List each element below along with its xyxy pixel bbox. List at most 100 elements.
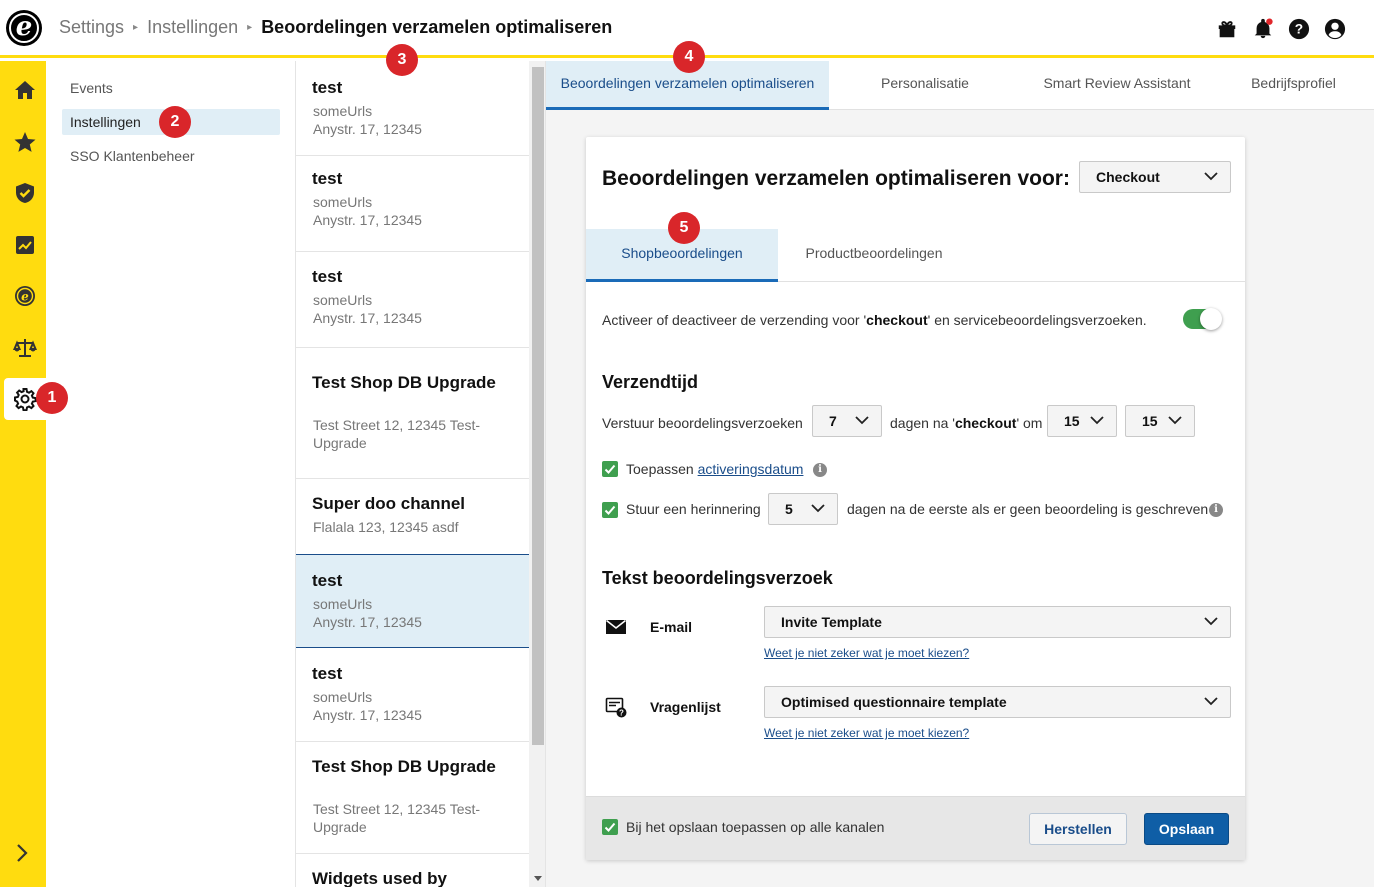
channel-address-cont: Upgrade xyxy=(313,819,367,835)
trustedshops-icon: e xyxy=(15,286,35,306)
marker-3: 3 xyxy=(386,44,418,76)
user-icon[interactable] xyxy=(1324,18,1346,40)
settings-card: Beoordelingen verzamelen optimaliseren v… xyxy=(586,137,1245,860)
send-label: Verstuur beoordelingsverzoeken xyxy=(602,415,803,431)
hour-select[interactable]: 15 xyxy=(1047,405,1117,437)
channel-list: test someUrls Anystr. 17, 12345 test som… xyxy=(296,61,546,887)
channel-address: Anystr. 17, 12345 xyxy=(313,707,422,723)
chevron-down-icon xyxy=(1204,172,1218,181)
rail-item-analytics[interactable] xyxy=(4,224,46,266)
main-navigation-rail: e xyxy=(0,61,46,887)
marker-5: 5 xyxy=(668,212,700,244)
apply-activation-checkbox[interactable] xyxy=(602,461,618,477)
help-icon[interactable]: ? xyxy=(1288,18,1310,40)
breadcrumb-item[interactable]: Instellingen xyxy=(147,17,238,38)
channel-address: Test Street 12, 12345 Test- xyxy=(313,801,481,817)
questionnaire-help-link[interactable]: Weet je niet zeker wat je moet kiezen? xyxy=(764,726,969,740)
email-template-value: Invite Template xyxy=(781,614,882,630)
channel-item-selected[interactable]: test someUrls Anystr. 17, 12345 xyxy=(296,554,529,648)
rail-item-reviews[interactable] xyxy=(4,121,46,163)
channel-title: Super doo channel xyxy=(312,494,466,513)
info-icon[interactable]: i xyxy=(813,463,827,477)
section-heading-verzendtijd: Verzendtijd xyxy=(602,372,699,392)
settings-tabs: Beoordelingen verzamelen optimaliseren P… xyxy=(546,61,1374,110)
main-content: Beoordelingen verzamelen optimaliseren P… xyxy=(546,61,1374,887)
questionnaire-select[interactable]: Optimised questionnaire template xyxy=(764,686,1231,718)
bell-icon[interactable] xyxy=(1252,18,1274,40)
minute-select[interactable]: 15 xyxy=(1125,405,1195,437)
send-toggle[interactable] xyxy=(1183,308,1222,330)
chevron-down-icon xyxy=(1204,617,1218,626)
tab-smart-review-assistant[interactable]: Smart Review Assistant xyxy=(1021,61,1213,110)
chevron-down-icon xyxy=(1168,416,1182,425)
channel-item[interactable]: Super doo channel Flalala 123, 12345 asd… xyxy=(296,479,529,555)
questionnaire-label: Vragenlijst xyxy=(650,699,721,715)
channel-address: Flalala 123, 12345 asdf xyxy=(313,519,459,535)
reminder-days-select-value: 5 xyxy=(785,501,793,517)
section-heading-tekst: Tekst beoordelingsverzoek xyxy=(602,568,833,588)
rail-item-trustmark[interactable] xyxy=(4,172,46,214)
apply-activation-label: Toepassen activeringsdatum xyxy=(626,461,804,477)
rail-item-legal[interactable] xyxy=(4,327,46,369)
channel-item[interactable]: Widgets used by xyxy=(296,854,529,887)
channel-item[interactable]: test someUrls Anystr. 17, 12345 xyxy=(296,156,529,252)
email-help-link[interactable]: Weet je niet zeker wat je moet kiezen? xyxy=(764,646,969,660)
gift-icon[interactable] xyxy=(1216,18,1238,40)
channel-item[interactable]: test someUrls Anystr. 17, 12345 xyxy=(296,648,529,742)
channel-item[interactable]: Test Shop DB Upgrade Test Street 12, 123… xyxy=(296,348,529,479)
rail-item-trustedshops[interactable]: e xyxy=(4,275,46,317)
hour-select-value: 15 xyxy=(1064,413,1080,429)
trustedshops-logo[interactable]: e xyxy=(6,10,42,46)
trigger-select-value: Checkout xyxy=(1096,169,1160,185)
email-template-select[interactable]: Invite Template xyxy=(764,606,1231,638)
info-icon[interactable]: i xyxy=(1209,503,1223,517)
card-footer: Bij het opslaan toepassen op alle kanale… xyxy=(586,796,1245,860)
star-icon xyxy=(14,132,36,152)
svg-text:e: e xyxy=(21,290,29,304)
channel-address: Anystr. 17, 12345 xyxy=(313,212,422,228)
channel-item[interactable]: test someUrls Anystr. 17, 12345 xyxy=(296,61,529,156)
toggle-description: Activeer of deactiveer de verzending voo… xyxy=(602,312,1147,328)
trigger-select[interactable]: Checkout xyxy=(1079,161,1231,193)
envelope-icon xyxy=(606,619,626,634)
minute-select-value: 15 xyxy=(1142,413,1158,429)
reset-button[interactable]: Herstellen xyxy=(1029,813,1127,845)
reminder-days-select[interactable]: 5 xyxy=(768,493,838,525)
questionnaire-value: Optimised questionnaire template xyxy=(781,694,1007,710)
channel-title: test xyxy=(312,267,343,286)
expand-rail-icon[interactable] xyxy=(10,841,34,865)
channel-address: Anystr. 17, 12345 xyxy=(313,614,422,630)
channel-title: Widgets used by xyxy=(312,869,447,887)
channel-item[interactable]: test someUrls Anystr. 17, 12345 xyxy=(296,252,529,348)
subnav-item-sso[interactable]: SSO Klantenbeheer xyxy=(62,143,280,169)
marker-1: 1 xyxy=(36,382,68,414)
save-button[interactable]: Opslaan xyxy=(1144,813,1229,845)
subnav-item-events[interactable]: Events xyxy=(62,75,280,101)
card-title: Beoordelingen verzamelen optimaliseren v… xyxy=(602,167,1070,190)
breadcrumb-item[interactable]: Settings xyxy=(59,17,124,38)
settings-subnav: Events Instellingen SSO Klantenbeheer xyxy=(46,61,296,887)
rail-item-home[interactable] xyxy=(4,69,46,111)
days-after-label: dagen na 'checkout' om xyxy=(890,415,1043,431)
page-title: Beoordelingen verzamelen optimaliseren xyxy=(261,17,613,37)
reminder-checkbox[interactable] xyxy=(602,502,618,518)
shield-icon xyxy=(16,183,34,203)
tab-productbeoordelingen[interactable]: Productbeoordelingen xyxy=(778,229,970,282)
header-actions: ? xyxy=(1216,18,1346,40)
scrollbar-thumb[interactable] xyxy=(532,67,544,745)
apply-all-checkbox[interactable] xyxy=(602,819,618,835)
activation-date-link[interactable]: activeringsdatum xyxy=(698,461,804,477)
tab-personalisatie[interactable]: Personalisatie xyxy=(829,61,1021,110)
channel-title: test xyxy=(312,664,343,683)
channel-url: someUrls xyxy=(313,194,373,210)
scroll-down-icon[interactable] xyxy=(534,876,542,881)
breadcrumb: Settings ▸ Instellingen ▸ Beoordelingen … xyxy=(59,17,612,38)
channel-item[interactable]: Test Shop DB Upgrade Test Street 12, 123… xyxy=(296,742,529,854)
svg-text:?: ? xyxy=(619,709,624,718)
tab-bedrijfsprofiel[interactable]: Bedrijfsprofiel xyxy=(1213,61,1374,110)
chevron-down-icon xyxy=(855,416,869,425)
days-select[interactable]: 7 xyxy=(812,405,882,437)
chevron-down-icon xyxy=(1090,416,1104,425)
reminder-label: Stuur een herinnering xyxy=(626,501,761,517)
checkmark-icon xyxy=(604,505,616,515)
